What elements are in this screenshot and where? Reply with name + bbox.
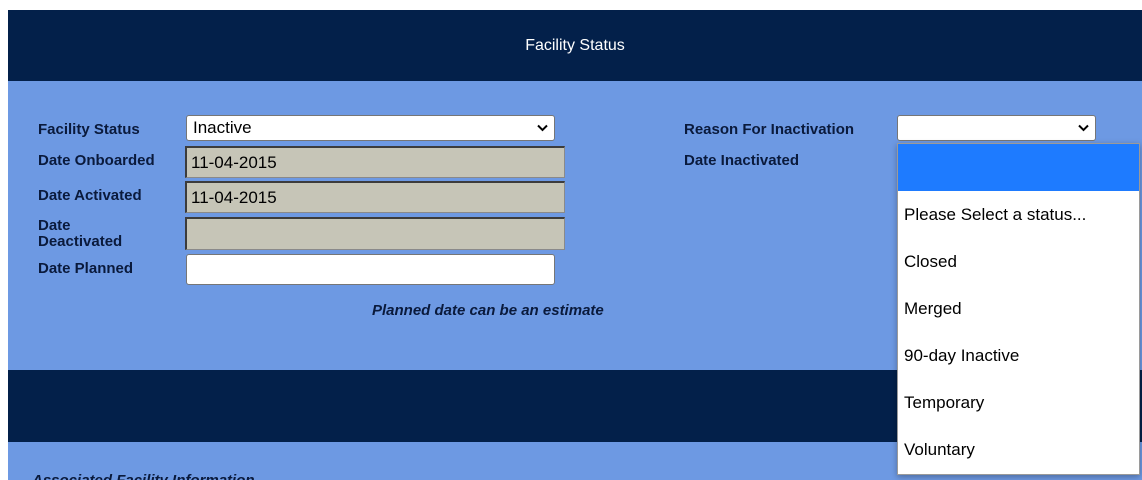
facility-status-header: Facility Status	[8, 10, 1142, 81]
reason-dropdown-list: Please Select a status... Closed Merged …	[897, 143, 1140, 475]
dropdown-option-temporary[interactable]: Temporary	[898, 379, 1139, 426]
date-activated-value: 11-04-2015	[191, 187, 277, 207]
dropdown-option-merged[interactable]: Merged	[898, 285, 1139, 332]
dropdown-option-please-select[interactable]: Please Select a status...	[898, 191, 1139, 238]
date-activated-field: 11-04-2015	[185, 181, 565, 213]
facility-status-label: Facility Status	[38, 121, 140, 138]
dropdown-option-voluntary[interactable]: Voluntary	[898, 426, 1139, 473]
date-planned-input[interactable]	[186, 254, 555, 285]
dropdown-option-closed[interactable]: Closed	[898, 238, 1139, 285]
dropdown-option-90-day-inactive[interactable]: 90-day Inactive	[898, 332, 1139, 379]
reason-for-inactivation-select[interactable]	[897, 115, 1096, 141]
date-deactivated-field	[185, 217, 565, 250]
date-inactivated-label: Date Inactivated	[684, 152, 800, 169]
date-deactivated-label-line1: Date	[38, 217, 71, 234]
dropdown-option-blank[interactable]	[898, 144, 1139, 191]
date-planned-label: Date Planned	[38, 260, 134, 277]
reason-for-inactivation-label: Reason For Inactivation	[684, 121, 855, 138]
date-activated-label: Date Activated	[38, 187, 142, 204]
planned-date-hint: Planned date can be an estimate	[372, 302, 604, 319]
date-onboarded-field: 11-04-2015	[185, 146, 565, 178]
header-title: Facility Status	[525, 36, 625, 54]
date-onboarded-label: Date Onboarded	[38, 152, 155, 169]
associated-facility-title: Associated Facility Information	[32, 472, 255, 480]
date-deactivated-label: Date Deactivated	[38, 218, 122, 250]
date-onboarded-value: 11-04-2015	[191, 152, 277, 172]
facility-status-value: Inactive	[193, 118, 252, 137]
chevron-down-icon	[1078, 124, 1089, 132]
chevron-down-icon	[537, 124, 548, 132]
date-deactivated-label-line2: Deactivated	[38, 233, 123, 250]
facility-status-select[interactable]: Inactive	[186, 115, 555, 141]
